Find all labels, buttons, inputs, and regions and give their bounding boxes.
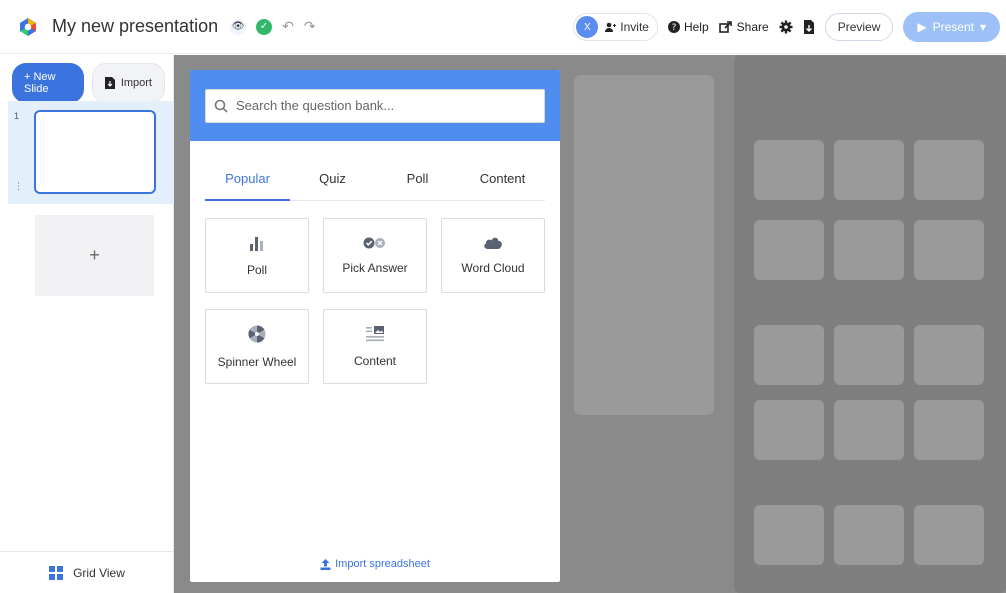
card-word-cloud[interactable]: Word Cloud [441,218,545,293]
help-label: Help [683,20,709,34]
search-input[interactable] [236,98,526,113]
background-tile [754,400,824,460]
new-slide-button[interactable]: + New Slide [12,63,84,103]
import-label: Import [120,77,152,89]
slide-list-item[interactable]: 1 ⋮ [8,101,174,204]
question-bank-modal: Popular Quiz Poll Content Poll Pick Answ… [190,70,560,582]
card-poll[interactable]: Poll [205,218,309,293]
import-spreadsheet-link[interactable]: Import spreadsheet [190,558,560,570]
title-icons: 👁 ✓ ↶ ↷ [230,18,316,35]
background-tile [834,325,904,385]
card-spinner-wheel[interactable]: Spinner Wheel [205,309,309,384]
redo-icon[interactable]: ↷ [304,18,316,35]
background-tile [754,325,824,385]
cloud-icon [484,237,502,249]
spinner-wheel-icon [248,325,266,342]
invite-button[interactable]: Invite [604,20,649,34]
background-tile [834,400,904,460]
grid-view-button[interactable]: Grid View [0,551,174,593]
help-icon: ? [667,21,680,33]
invite-label: Invite [620,20,649,34]
add-slide-button[interactable]: + [35,215,154,296]
presentation-title[interactable]: My new presentation [52,16,218,37]
card-pick-answer[interactable]: Pick Answer [323,218,427,293]
background-editor-block [574,75,714,415]
card-label: Content [353,353,397,368]
background-tile [914,140,984,200]
tab-content[interactable]: Content [460,156,545,200]
top-right-actions: X Invite ? Help Share Preview ▶ Present … [573,0,1006,54]
play-icon: ▶ [917,20,927,34]
upload-icon [320,558,331,570]
background-tile [914,325,984,385]
card-content[interactable]: Content [323,309,427,384]
background-tile [754,140,824,200]
import-file-icon [104,77,115,89]
import-button[interactable]: Import [91,63,165,103]
slide-number: 1 [14,111,20,121]
background-tile [914,505,984,565]
background-tile [914,220,984,280]
present-label: Present [932,20,974,34]
drag-handle-icon[interactable]: ⋮ [14,181,23,192]
tab-popular[interactable]: Popular [205,156,290,201]
preview-button[interactable]: Preview [824,13,894,41]
saved-check-icon: ✓ [256,18,273,35]
user-plus-icon [605,22,617,32]
question-type-grid: Poll Pick Answer Word Cloud Spinner Whee… [205,218,545,384]
background-tile [834,220,904,280]
pick-answer-icon [363,237,385,248]
grid-icon [49,565,64,580]
card-label: Word Cloud [461,261,525,275]
sidebar-actions: + New Slide Import [0,55,173,103]
settings-gear-icon[interactable] [779,20,793,34]
background-tile [754,505,824,565]
slide-thumbnail[interactable] [34,110,156,194]
grid-view-label: Grid View [73,565,125,580]
share-button[interactable]: Share [718,20,769,34]
slides-sidebar: + New Slide Import 1 ⋮ + Grid View [0,55,174,593]
help-button[interactable]: ? Help [667,20,709,34]
svg-text:?: ? [672,23,677,33]
background-tile [834,505,904,565]
share-label: Share [736,20,769,34]
background-tile [914,400,984,460]
present-button[interactable]: ▶ Present ▾ [903,12,1000,42]
undo-icon[interactable]: ↶ [282,18,294,35]
search-box[interactable] [205,88,545,123]
search-icon [214,99,228,113]
modal-header [190,70,560,141]
top-bar: My new presentation 👁 ✓ ↶ ↷ X Invite ? H… [0,0,1006,54]
import-spreadsheet-label: Import spreadsheet [335,558,430,570]
chevron-down-icon[interactable]: ▾ [980,20,986,34]
card-label: Pick Answer [342,260,408,275]
background-tile [834,140,904,200]
app-logo-icon[interactable] [18,17,38,37]
bar-chart-icon [250,236,263,251]
content-icon [366,325,384,341]
export-file-icon[interactable] [803,20,815,34]
background-tile [754,220,824,280]
tab-poll[interactable]: Poll [375,156,460,200]
avatar[interactable]: X [576,16,599,38]
eye-icon[interactable]: 👁 [230,18,247,35]
share-icon [718,21,732,33]
tab-quiz[interactable]: Quiz [290,156,375,200]
question-type-tabs: Popular Quiz Poll Content [205,156,545,201]
invite-group[interactable]: X Invite [573,13,658,41]
card-label: Spinner Wheel [217,354,297,369]
card-label: Poll [246,262,267,277]
